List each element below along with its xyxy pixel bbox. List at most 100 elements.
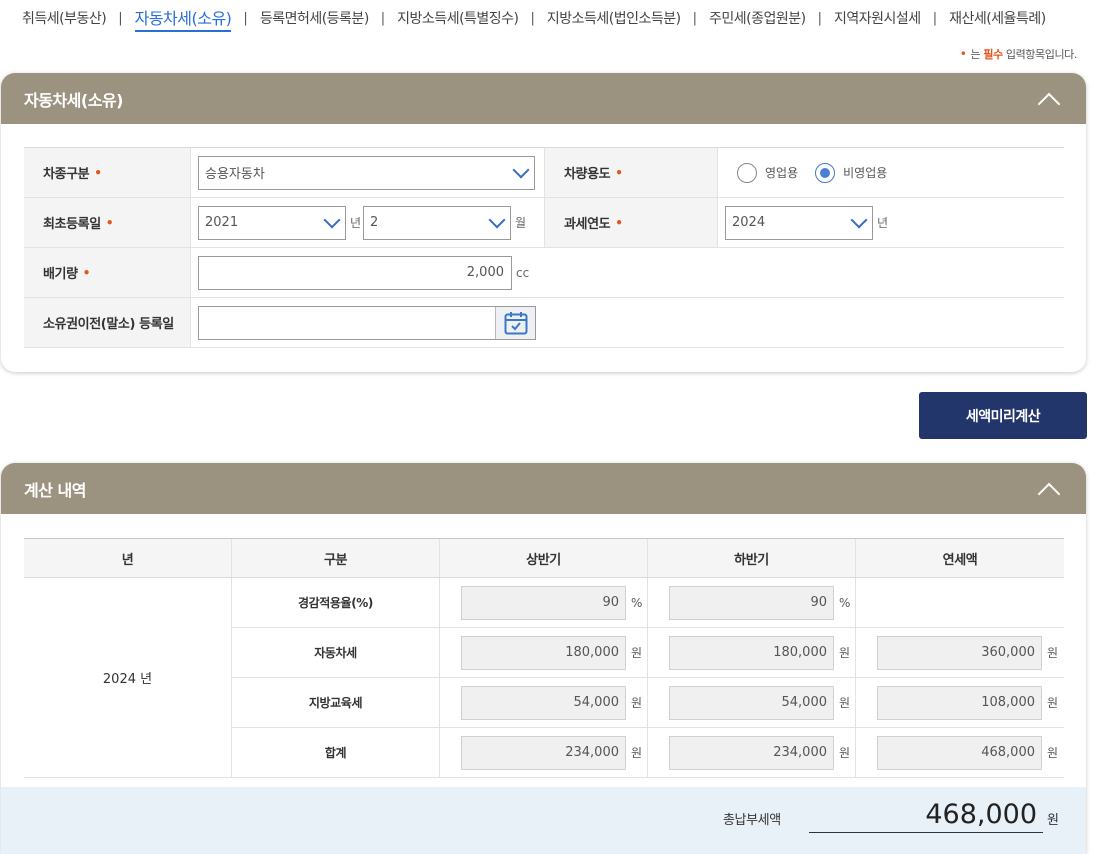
table-row: 자동차세 180,000 원 180,000 원 360,000 원 [232, 628, 1064, 678]
vehicle-use-cell: 영업용 비영업용 [718, 148, 904, 197]
second-half-cell: 54,000 원 [648, 678, 856, 727]
second-half-cell: 90 % [648, 578, 856, 627]
tax-year-select[interactable]: 2024 [725, 205, 873, 240]
radio-noncommercial-label: 비영업용 [843, 166, 888, 180]
unit: 원 [631, 646, 643, 660]
tab-local-income-corporate[interactable]: 지방소득세(법인소득분) [547, 8, 681, 28]
registration-month-value: 2 [370, 215, 379, 230]
header-annual: 연세액 [942, 552, 978, 568]
tab-regional-resource-tax[interactable]: 지역자원시설세 [834, 8, 921, 28]
registration-year-select[interactable]: 2021 [198, 205, 346, 240]
unit: 원 [839, 646, 851, 660]
tax-year-value: 2024 [732, 215, 766, 230]
tab-registration-tax[interactable]: 등록면허세(등록분) [260, 8, 369, 28]
displacement-label: 배기량 • [24, 248, 191, 297]
annual-cell: 468,000 원 [856, 728, 1064, 777]
unit: 원 [1047, 646, 1059, 660]
required-note-prefix: 는 [970, 48, 984, 61]
first-half-cell: 234,000 원 [440, 728, 648, 777]
annual-cell-empty [856, 578, 1064, 627]
row-label: 경감적용율(%) [232, 578, 440, 627]
required-mark: • [105, 215, 114, 230]
second-half-value: 234,000 [669, 735, 834, 770]
tab-resident-tax[interactable]: 주민세(종업원분) [709, 8, 806, 28]
tab-local-income-withholding[interactable]: 지방소득세(특별징수) [397, 8, 519, 28]
radio-commercial[interactable] [737, 162, 757, 183]
unit: 원 [631, 746, 643, 760]
vehicle-type-value: 승용자동차 [205, 167, 265, 182]
registration-month-select[interactable]: 2 [363, 205, 512, 240]
chevron-up-icon[interactable] [1036, 479, 1062, 499]
calculate-tax-button[interactable]: 세액미리계산 [919, 392, 1087, 439]
transfer-date-label: 소유권이전(말소) 등록일 [24, 298, 191, 347]
transfer-date-input[interactable] [199, 307, 495, 339]
vehicle-use-radio-group: 영업용 비영업용 [737, 162, 904, 183]
table-row: 지방교육세 54,000 원 54,000 원 108,000 원 [232, 678, 1064, 728]
vehicle-tax-form-panel: 자동차세(소유) 차종구분 • 승용자동차 차량용도 • 영업용 비영업용 최초… [1, 73, 1086, 372]
tab-vehicle-tax[interactable]: 자동차세(소유) [134, 5, 232, 32]
required-mark: • [615, 165, 623, 180]
panel-header: 계산 내역 [1, 463, 1086, 514]
row-label: 합계 [232, 728, 440, 777]
radio-commercial-label: 영업용 [765, 166, 799, 180]
tab-property-tax[interactable]: 재산세(세율특례) [949, 8, 1046, 28]
tax-year-unit: 년 [877, 216, 889, 230]
form-row: 소유권이전(말소) 등록일 [24, 298, 1064, 348]
total-unit: 원 [1047, 813, 1059, 828]
first-half-value: 180,000 [461, 635, 626, 670]
result-year: 2024 년 [24, 578, 232, 778]
tab-separator: | [380, 10, 386, 26]
panel-title: 자동차세(소유) [24, 90, 123, 110]
chevron-up-icon[interactable] [1036, 89, 1062, 109]
form-row: 최초등록일 • 2021 년 2 월 과세연도 • 2024 년 [24, 198, 1064, 248]
second-half-value: 180,000 [669, 635, 834, 670]
tax-year-label: 과세연도 • [544, 198, 718, 247]
header-second-half: 하반기 [648, 539, 856, 577]
tab-acquisition-tax[interactable]: 취득세(부동산) [22, 8, 107, 28]
transfer-date-field [198, 305, 536, 340]
required-note-suffix: 입력항목입니다. [1002, 48, 1078, 61]
vehicle-type-select[interactable]: 승용자동차 [198, 155, 535, 190]
panel-title: 계산 내역 [24, 480, 86, 500]
displacement-input[interactable]: 2,000 [198, 255, 512, 290]
result-table: 년 구분 상반기 하반기 연세액 2024 년 경감적용율(%) 90 % 90… [24, 538, 1064, 778]
first-half-value: 54,000 [461, 685, 626, 720]
displacement-unit: cc [516, 265, 530, 280]
first-half-cell: 90 % [440, 578, 648, 627]
registration-year-value: 2021 [205, 215, 239, 230]
result-table-body: 2024 년 경감적용율(%) 90 % 90 % 자동차세 180,000 원… [24, 578, 1064, 778]
first-half-cell: 54,000 원 [440, 678, 648, 727]
required-note: • 는 필수 입력항목입니다. [959, 46, 1078, 62]
vehicle-type-label: 차종구분 • [24, 148, 191, 197]
annual-value: 108,000 [877, 685, 1042, 720]
radio-noncommercial[interactable] [815, 162, 836, 183]
tab-separator: | [692, 10, 698, 26]
annual-cell: 108,000 원 [856, 678, 1064, 727]
annual-value: 468,000 [877, 735, 1042, 770]
chevron-down-icon [851, 214, 864, 227]
row-label: 자동차세 [232, 628, 440, 677]
header-year: 년 [24, 539, 232, 577]
first-half-value: 90 [461, 585, 626, 620]
total-value: 468,000 [809, 797, 1043, 833]
panel-header: 자동차세(소유) [1, 73, 1086, 124]
second-half-cell: 180,000 원 [648, 628, 856, 677]
total-label: 총납부세액 [723, 813, 781, 828]
header-category: 구분 [232, 539, 440, 577]
required-bullet: • [959, 47, 967, 61]
unit: 원 [839, 696, 851, 710]
chevron-down-icon [513, 164, 526, 177]
table-row: 합계 234,000 원 234,000 원 468,000 원 [232, 728, 1064, 778]
second-half-value: 54,000 [669, 685, 834, 720]
calendar-icon[interactable] [495, 306, 535, 339]
required-mark: • [94, 165, 102, 180]
unit: % [631, 595, 643, 610]
result-table-header: 년 구분 상반기 하반기 연세액 [24, 539, 1064, 578]
header-first-half: 상반기 [440, 539, 648, 577]
unit: % [839, 595, 851, 610]
year-unit: 년 [350, 216, 362, 230]
chevron-down-icon [324, 214, 337, 227]
first-half-value: 234,000 [461, 735, 626, 770]
calculation-result-panel: 계산 내역 년 구분 상반기 하반기 연세액 2024 년 경감적용율(%) 9… [1, 463, 1086, 854]
annual-cell: 360,000 원 [856, 628, 1064, 677]
